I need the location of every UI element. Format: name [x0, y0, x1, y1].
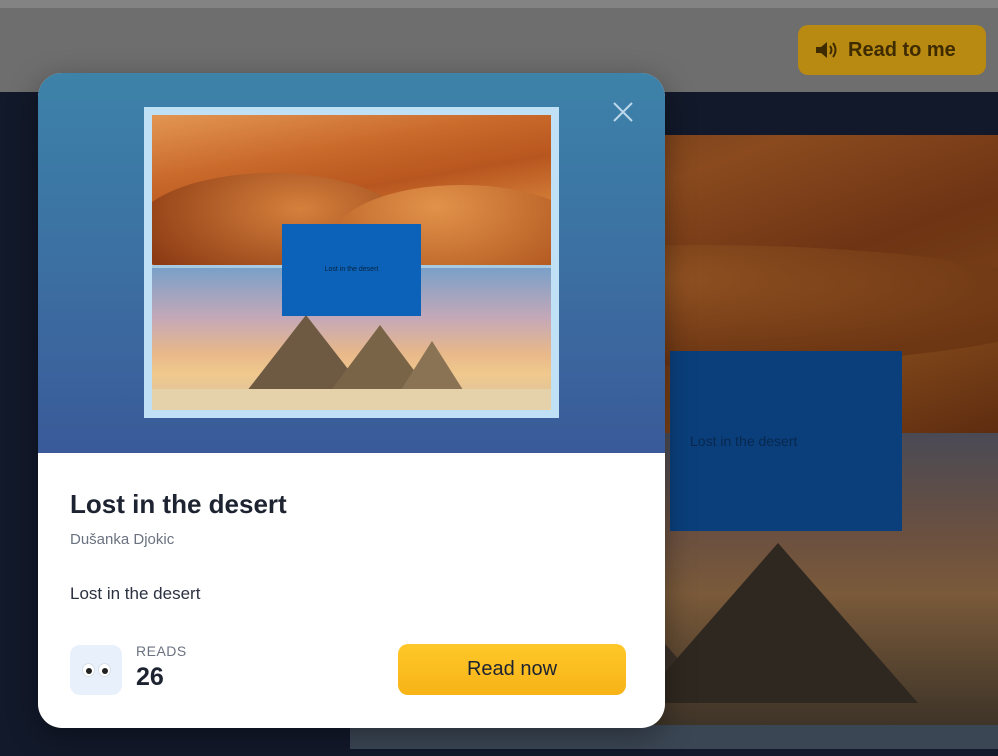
read-to-me-label: Read to me — [848, 38, 956, 61]
book-cover-image: Lost in the desert — [152, 115, 551, 410]
book-description: Lost in the desert — [70, 584, 201, 603]
book-title: Lost in the desert — [70, 489, 287, 519]
cover-sand — [152, 389, 551, 410]
read-now-button[interactable]: Read now — [398, 644, 626, 695]
top-bar-edge — [0, 0, 998, 8]
reads-count: 26 — [136, 663, 164, 691]
speaker-icon — [816, 42, 837, 58]
background-cover-textbox: Lost in the desert — [670, 351, 902, 531]
background-cover-text: Lost in the desert — [690, 433, 798, 449]
cover-textbox: Lost in the desert — [282, 224, 421, 316]
reads-label: READS — [136, 643, 187, 659]
book-cover[interactable]: Lost in the desert — [144, 107, 559, 418]
close-button[interactable] — [610, 99, 636, 125]
book-author[interactable]: Dušanka Djokic — [70, 531, 174, 548]
modal-hero: Lost in the desert — [38, 73, 665, 453]
read-to-me-button[interactable]: Read to me — [798, 25, 986, 75]
cover-text: Lost in the desert — [324, 266, 379, 273]
close-icon — [613, 102, 633, 122]
book-preview-modal: Lost in the desert Lost in the desert Du… — [38, 73, 665, 728]
eyes-icon — [70, 645, 122, 695]
